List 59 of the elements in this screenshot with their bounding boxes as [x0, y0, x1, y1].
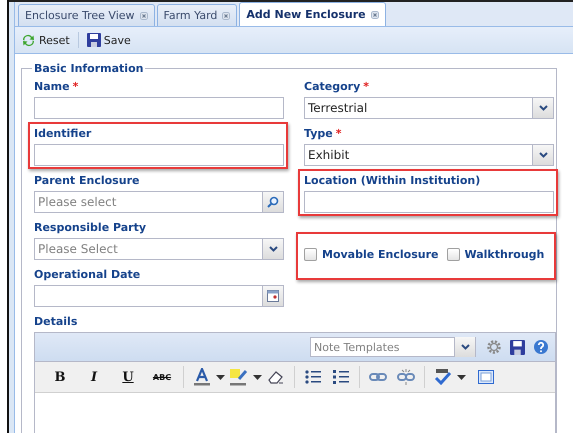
- text-field[interactable]: [304, 191, 554, 213]
- toolbar-button[interactable]: Reset: [19, 30, 72, 50]
- spellcheck-icon[interactable]: [434, 369, 452, 385]
- date-field[interactable]: [34, 285, 284, 307]
- template-dropdown[interactable]: Note Templates: [310, 337, 476, 357]
- field-label: Category: [304, 80, 360, 93]
- tab[interactable]: Enclosure Tree View: [18, 4, 155, 26]
- field-label: Identifier: [34, 127, 92, 140]
- field-label: Details: [34, 315, 78, 328]
- required-asterisk: *: [72, 80, 78, 93]
- text-field[interactable]: [34, 144, 284, 166]
- caret-icon[interactable]: [216, 374, 225, 380]
- caret-icon: [538, 105, 548, 111]
- help-icon[interactable]: [533, 339, 549, 355]
- checkbox[interactable]: [304, 248, 317, 261]
- search-field[interactable]: Please select: [34, 191, 284, 213]
- field-label: Operational Date: [34, 268, 140, 281]
- field-label: Parent Enclosure: [34, 174, 140, 187]
- tab[interactable]: Add New Enclosure: [239, 2, 386, 26]
- field-label: Type: [304, 127, 333, 140]
- search-icon[interactable]: [267, 196, 279, 208]
- text-field[interactable]: [34, 97, 284, 119]
- tab[interactable]: Farm Yard: [156, 4, 238, 26]
- format-button[interactable]: ABC: [145, 365, 179, 389]
- dropdown[interactable]: Terrestrial: [304, 97, 554, 119]
- caret-icon: [460, 344, 470, 350]
- required-asterisk: *: [336, 127, 342, 140]
- refresh-icon: [21, 32, 36, 48]
- format-button[interactable]: I: [77, 365, 111, 389]
- caret-icon: [538, 152, 548, 158]
- close-icon[interactable]: [140, 12, 148, 20]
- required-asterisk: *: [363, 80, 370, 93]
- highlighter-icon[interactable]: [230, 368, 248, 386]
- field-label: Name: [34, 80, 70, 93]
- window-icon[interactable]: [478, 370, 494, 384]
- dropdown[interactable]: Exhibit: [304, 144, 554, 166]
- unlink-icon[interactable]: [397, 369, 415, 385]
- caret-icon[interactable]: [253, 374, 262, 380]
- calendar-icon[interactable]: [267, 290, 279, 302]
- format-button[interactable]: U: [111, 365, 145, 389]
- field-label: Location (Within Institution): [304, 174, 480, 187]
- section-title: Basic Information: [33, 62, 144, 75]
- toolbar-button[interactable]: Save: [84, 31, 133, 49]
- checkbox[interactable]: [446, 248, 460, 261]
- bullet-list-icon[interactable]: [305, 370, 321, 384]
- eraser-icon[interactable]: [268, 370, 284, 384]
- checkbox-label: Walkthrough: [464, 248, 544, 261]
- caret-icon[interactable]: [457, 374, 466, 380]
- checkbox-label: Movable Enclosure: [322, 248, 438, 261]
- format-button[interactable]: B: [43, 365, 77, 389]
- field-label: Responsible Party: [34, 221, 146, 234]
- caret-icon: [268, 246, 278, 252]
- dropdown[interactable]: Please Select: [34, 238, 284, 260]
- gear-icon[interactable]: [486, 339, 502, 355]
- close-icon[interactable]: [370, 10, 379, 18]
- numbered-list-icon[interactable]: [333, 370, 349, 384]
- close-icon[interactable]: [222, 12, 230, 20]
- link-icon[interactable]: [369, 372, 387, 382]
- font-color-icon[interactable]: [194, 368, 210, 386]
